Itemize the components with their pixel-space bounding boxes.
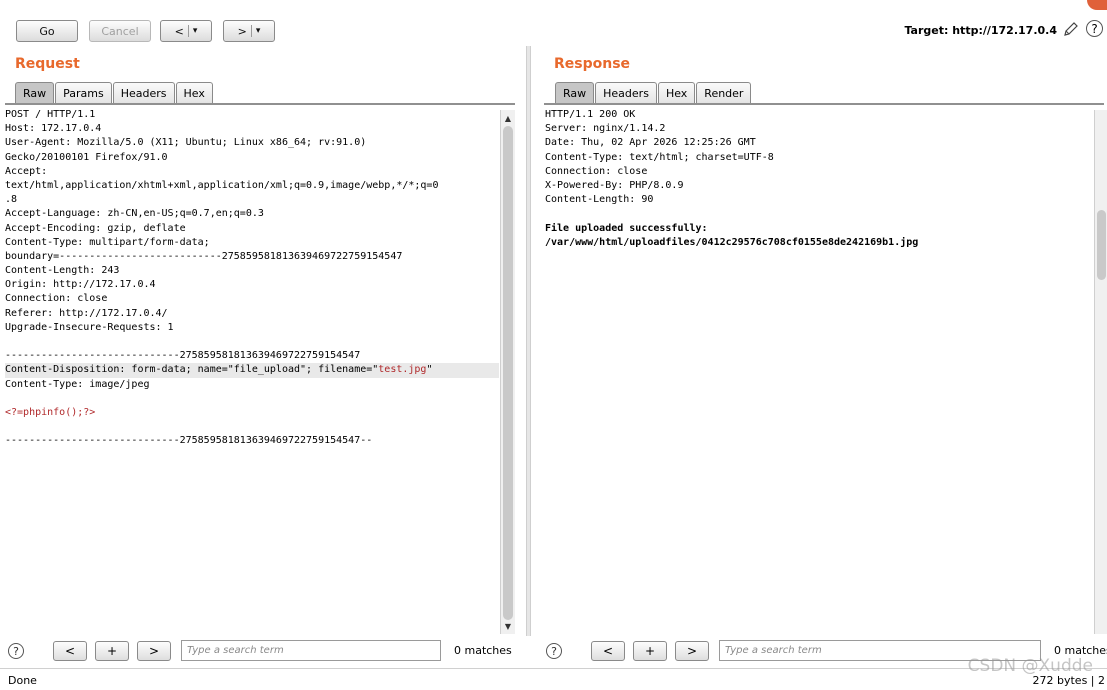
response-tabs: Raw Headers Hex Render xyxy=(555,82,752,103)
request-line xyxy=(5,420,499,434)
go-button-label: Go xyxy=(39,25,54,38)
request-scrollbar[interactable]: ▲ ▼ xyxy=(500,110,515,634)
request-line-payload: <?=phpinfo();?> xyxy=(5,406,499,420)
cancel-button-label: Cancel xyxy=(101,25,138,38)
request-search-add-button[interactable]: + xyxy=(95,641,129,661)
scroll-down-icon[interactable]: ▼ xyxy=(501,620,515,632)
filename-value: test.jpg xyxy=(378,364,426,375)
response-body-path: /var/www/html/uploadfiles/0412c29576c708… xyxy=(545,236,1093,250)
request-line-content-disposition: Content-Disposition: form-data; name="fi… xyxy=(5,363,499,377)
request-line: boundary=---------------------------2758… xyxy=(5,250,499,264)
response-line: Date: Thu, 02 Apr 2026 12:25:26 GMT xyxy=(545,136,1093,150)
response-line: Content-Length: 90 xyxy=(545,193,1093,207)
forward-arrow-icon: > xyxy=(238,25,247,38)
request-line: Origin: http://172.17.0.4 xyxy=(5,278,499,292)
request-line: POST / HTTP/1.1 xyxy=(5,108,499,122)
response-scrollbar[interactable] xyxy=(1094,110,1107,634)
request-line: .8 xyxy=(5,193,499,207)
response-search-add-button[interactable]: + xyxy=(633,641,667,661)
response-search-next-button[interactable]: > xyxy=(675,641,709,661)
toolbar: Go Cancel < ▾ > ▾ Target: http://172.17.… xyxy=(0,0,1107,46)
response-title: Response xyxy=(554,56,630,72)
response-line: Connection: close xyxy=(545,165,1093,179)
watermark: CSDN @Xudde xyxy=(968,656,1093,676)
back-dropdown-icon[interactable]: ▾ xyxy=(193,26,198,36)
back-button[interactable]: < ▾ xyxy=(160,20,212,42)
response-line: Server: nginx/1.14.2 xyxy=(545,122,1093,136)
request-line: Host: 172.17.0.4 xyxy=(5,122,499,136)
back-arrow-icon: < xyxy=(175,25,184,38)
response-help-icon[interactable]: ? xyxy=(546,643,562,659)
scroll-up-icon[interactable]: ▲ xyxy=(501,112,515,124)
request-line: Connection: close xyxy=(5,292,499,306)
response-tab-render[interactable]: Render xyxy=(696,82,751,103)
status-bar: Done 272 bytes | 2 xyxy=(0,668,1107,690)
forward-button[interactable]: > ▾ xyxy=(223,20,275,42)
request-matches-count: 0 matches xyxy=(454,644,512,657)
response-line: HTTP/1.1 200 OK xyxy=(545,108,1093,122)
request-line: -----------------------------27585958181… xyxy=(5,434,499,448)
request-tabs: Raw Params Headers Hex xyxy=(15,82,214,103)
help-icon[interactable]: ? xyxy=(1086,20,1103,37)
edit-target-pencil-icon[interactable] xyxy=(1063,21,1079,37)
request-line: Upgrade-Insecure-Requests: 1 xyxy=(5,321,499,335)
response-line xyxy=(545,207,1093,221)
request-line: -----------------------------27585958181… xyxy=(5,349,499,363)
request-tab-headers[interactable]: Headers xyxy=(113,82,175,103)
request-line: User-Agent: Mozilla/5.0 (X11; Ubuntu; Li… xyxy=(5,136,499,150)
request-search-input[interactable] xyxy=(181,640,441,661)
request-line: Content-Length: 243 xyxy=(5,264,499,278)
response-editor[interactable]: HTTP/1.1 200 OKServer: nginx/1.14.2Date:… xyxy=(545,108,1093,634)
response-tab-divider xyxy=(544,103,1104,105)
request-line: Content-Type: image/jpeg xyxy=(5,378,499,392)
request-line: Gecko/20100101 Firefox/91.0 xyxy=(5,151,499,165)
cancel-button[interactable]: Cancel xyxy=(89,20,151,42)
request-search-next-button[interactable]: > xyxy=(137,641,171,661)
pane-splitter[interactable] xyxy=(526,46,531,636)
request-scroll-thumb[interactable] xyxy=(503,126,513,620)
request-line: Content-Type: multipart/form-data; xyxy=(5,236,499,250)
request-line: Accept-Encoding: gzip, deflate xyxy=(5,222,499,236)
request-line xyxy=(5,392,499,406)
request-editor[interactable]: POST / HTTP/1.1Host: 172.17.0.4User-Agen… xyxy=(5,108,499,634)
request-help-icon[interactable]: ? xyxy=(8,643,24,659)
request-line: Accept-Language: zh-CN,en-US;q=0.7,en;q=… xyxy=(5,207,499,221)
response-search-prev-button[interactable]: < xyxy=(591,641,625,661)
status-text: Done xyxy=(8,674,37,687)
request-search-prev-button[interactable]: < xyxy=(53,641,87,661)
request-tab-divider xyxy=(5,103,515,105)
request-line xyxy=(5,335,499,349)
request-tab-raw[interactable]: Raw xyxy=(15,82,54,103)
request-tab-hex[interactable]: Hex xyxy=(176,82,213,103)
response-scroll-thumb[interactable] xyxy=(1097,210,1106,280)
target-label: Target: http://172.17.0.4 xyxy=(904,24,1057,37)
request-title: Request xyxy=(15,56,80,72)
response-tab-headers[interactable]: Headers xyxy=(595,82,657,103)
response-line: Content-Type: text/html; charset=UTF-8 xyxy=(545,151,1093,165)
request-tab-params[interactable]: Params xyxy=(55,82,112,103)
request-line: Accept: xyxy=(5,165,499,179)
response-tab-raw[interactable]: Raw xyxy=(555,82,594,103)
avatar xyxy=(1087,0,1107,10)
request-line: Referer: http://172.17.0.4/ xyxy=(5,307,499,321)
response-tab-hex[interactable]: Hex xyxy=(658,82,695,103)
request-line: text/html,application/xhtml+xml,applicat… xyxy=(5,179,499,193)
response-line: X-Powered-By: PHP/8.0.9 xyxy=(545,179,1093,193)
go-button[interactable]: Go xyxy=(16,20,78,42)
forward-dropdown-icon[interactable]: ▾ xyxy=(256,26,261,36)
response-body-line: File uploaded successfully: xyxy=(545,222,1093,236)
